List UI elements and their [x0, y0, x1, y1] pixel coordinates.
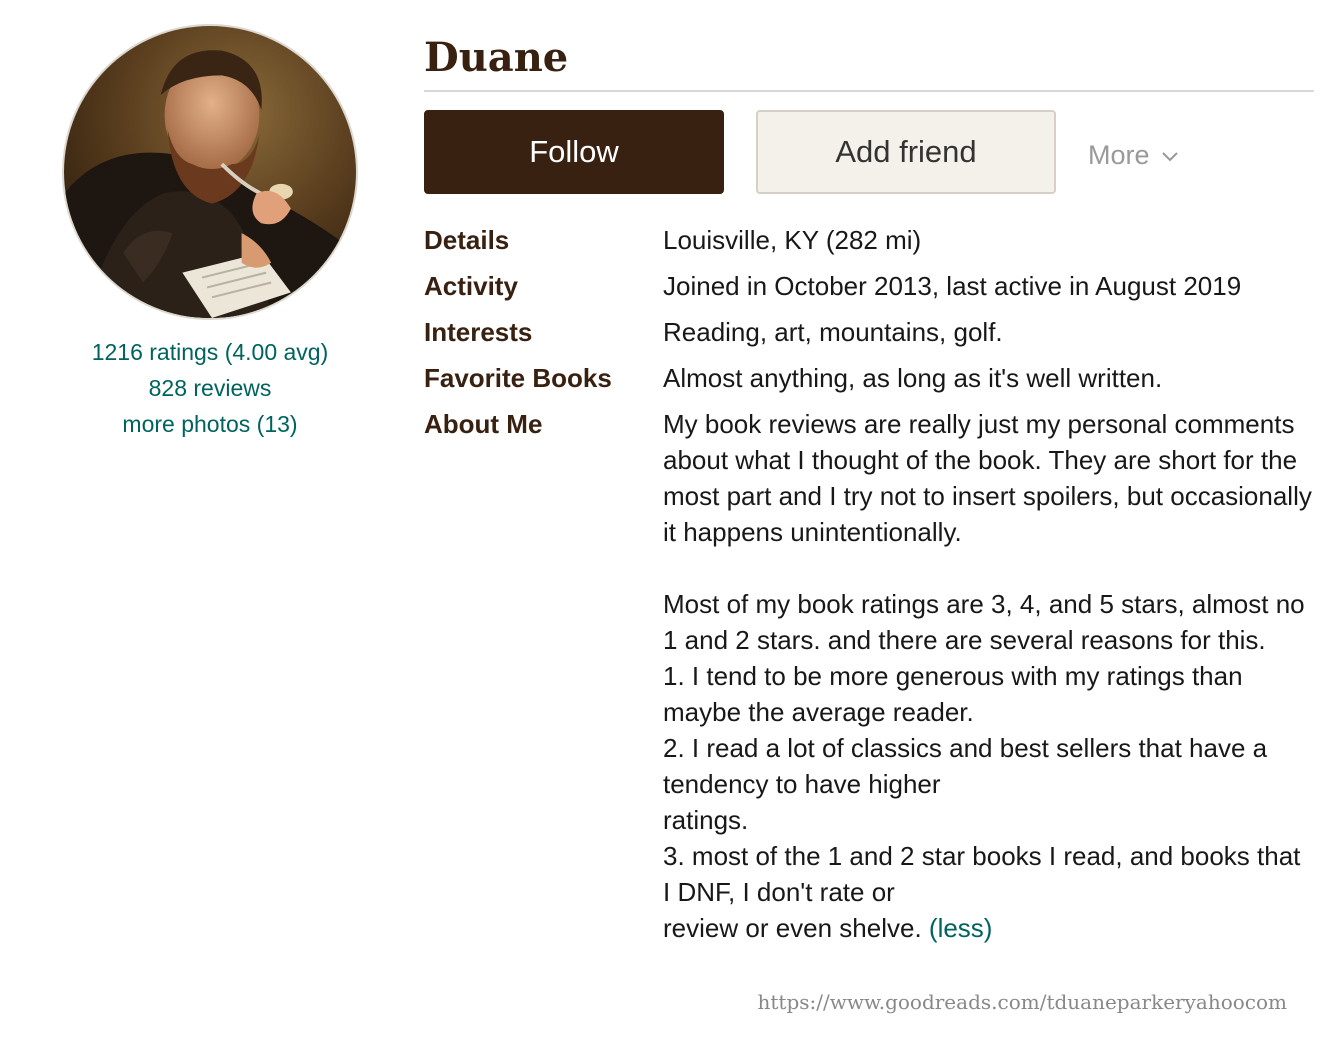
details-label: Details [424, 225, 510, 255]
interests-label: Interests [424, 317, 533, 347]
portrait-avatar-icon [64, 26, 356, 318]
profile-name: Duane [424, 30, 1314, 92]
chevron-down-icon [1161, 151, 1178, 161]
info-row-details: Details Louisville, KY (282 mi) [424, 222, 1314, 258]
follow-button[interactable]: Follow [424, 110, 724, 194]
more-label: More [1088, 140, 1150, 170]
profile-info: Details Louisville, KY (282 mi) Activity… [424, 222, 1314, 946]
less-link[interactable]: (less) [929, 913, 993, 943]
profile-actions: Follow Add friend More [424, 110, 1314, 194]
profile-stats: 1216 ratings (4.00 avg) 828 reviews more… [40, 334, 380, 442]
about-me-value: My book reviews are really just my perso… [663, 406, 1314, 946]
info-row-about-me: About Me My book reviews are really just… [424, 406, 1314, 946]
info-row-favorite-books: Favorite Books Almost anything, as long … [424, 360, 1314, 396]
add-friend-button[interactable]: Add friend [756, 110, 1056, 194]
profile-avatar[interactable] [62, 24, 358, 320]
profile-main: Duane Follow Add friend More Details Lou… [424, 30, 1314, 956]
about-me-text: My book reviews are really just my perso… [663, 409, 1312, 943]
ratings-link[interactable]: 1216 ratings (4.00 avg) [40, 334, 380, 370]
favorite-books-label: Favorite Books [424, 363, 612, 393]
info-row-activity: Activity Joined in October 2013, last ac… [424, 268, 1314, 304]
info-row-interests: Interests Reading, art, mountains, golf. [424, 314, 1314, 350]
about-me-label: About Me [424, 409, 543, 439]
interests-value: Reading, art, mountains, golf. [663, 317, 1003, 347]
activity-value: Joined in October 2013, last active in A… [663, 271, 1242, 301]
favorite-books-value: Almost anything, as long as it's well wr… [663, 363, 1163, 393]
reviews-link[interactable]: 828 reviews [40, 370, 380, 406]
profile-url: https://www.goodreads.com/tduaneparkerya… [757, 990, 1287, 1014]
more-photos-link[interactable]: more photos (13) [40, 406, 380, 442]
activity-label: Activity [424, 271, 518, 301]
details-value: Louisville, KY (282 mi) [663, 225, 922, 255]
profile-sidebar: 1216 ratings (4.00 avg) 828 reviews more… [40, 24, 380, 442]
more-dropdown[interactable]: More [1088, 140, 1180, 171]
